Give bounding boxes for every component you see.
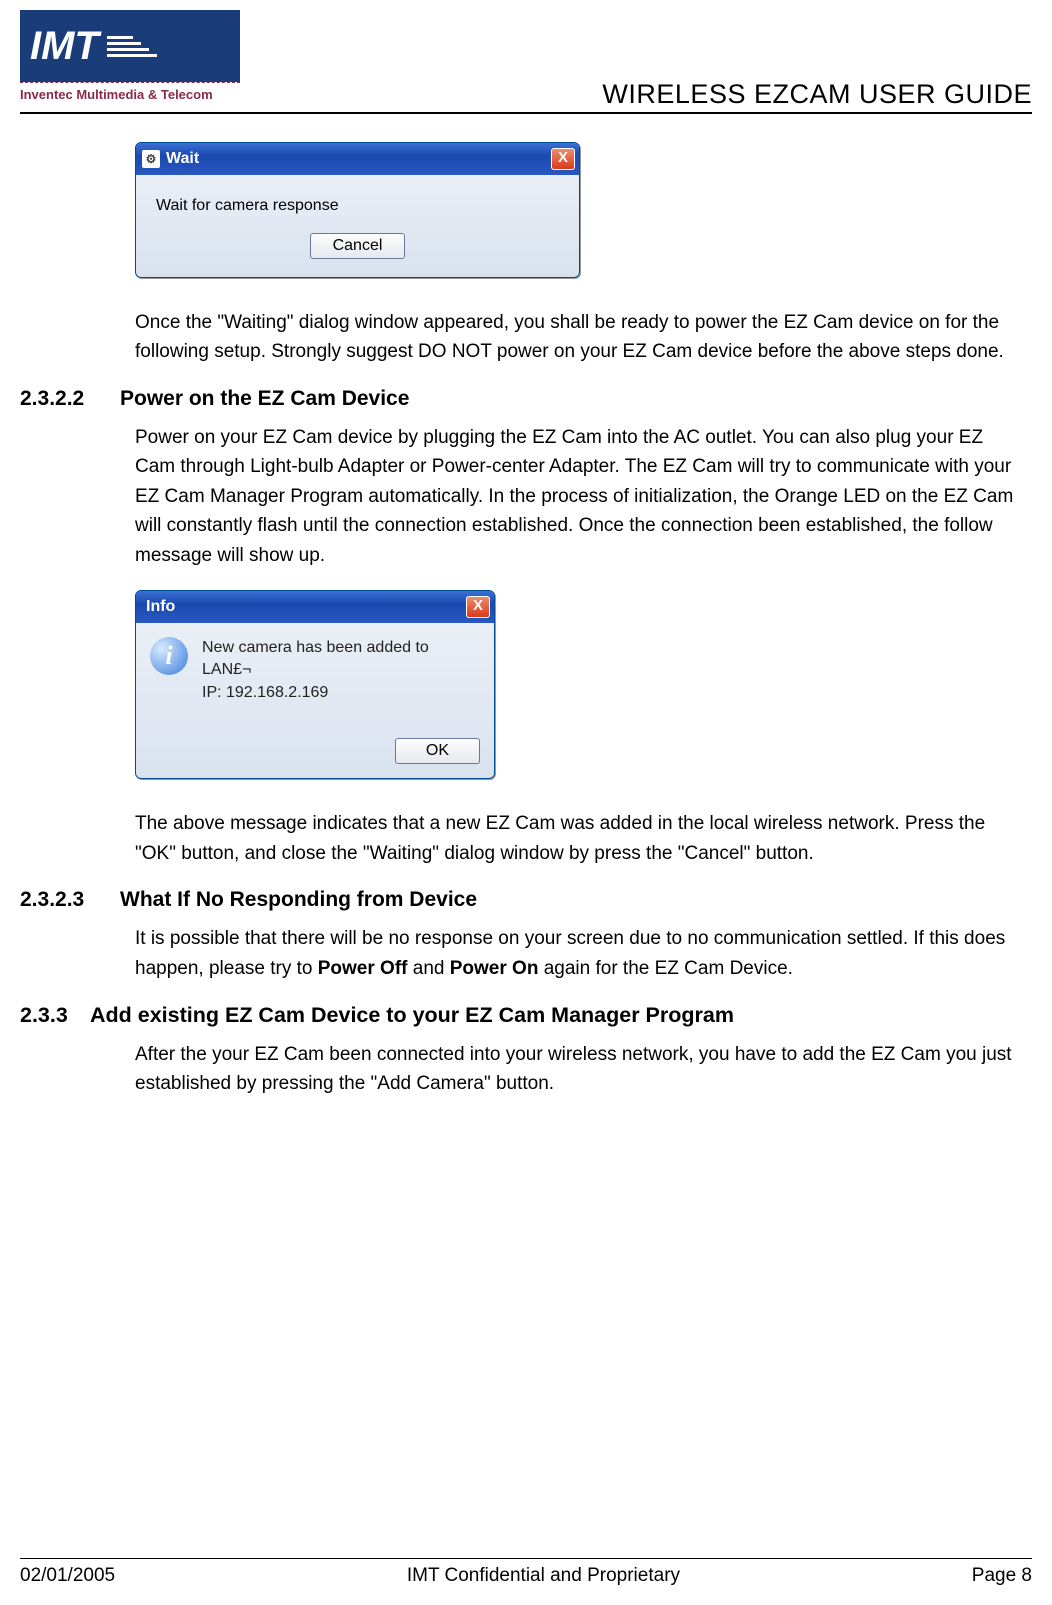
wait-dialog-title: Wait bbox=[166, 150, 551, 168]
section-number: 2.3.3 bbox=[20, 1003, 90, 1028]
bold-text: Power Off bbox=[318, 958, 408, 979]
page-header: IMT Inventec Multimedia & Telecom WIRELE… bbox=[20, 10, 1032, 114]
section-number: 2.3.2.3 bbox=[20, 888, 120, 912]
info-dialog-title: Info bbox=[142, 598, 466, 616]
text: again for the EZ Cam Device. bbox=[538, 958, 793, 979]
logo-stripes-icon bbox=[107, 36, 157, 57]
close-icon[interactable]: X bbox=[551, 148, 575, 170]
info-followup-paragraph: The above message indicates that a new E… bbox=[135, 809, 1027, 868]
close-icon[interactable]: X bbox=[466, 596, 490, 618]
info-dialog: Info X i New camera has been added to LA… bbox=[135, 590, 495, 779]
wait-followup-paragraph: Once the "Waiting" dialog window appeare… bbox=[135, 308, 1027, 367]
bold-text: Power On bbox=[450, 958, 539, 979]
logo-subtitle: Inventec Multimedia & Telecom bbox=[20, 82, 240, 102]
section-noresp-heading: 2.3.2.3What If No Responding from Device bbox=[20, 888, 1027, 912]
footer-page: Page 8 bbox=[972, 1565, 1032, 1587]
section-power-heading: 2.3.2.2Power on the EZ Cam Device bbox=[20, 387, 1027, 411]
section-add-heading: 2.3.3Add existing EZ Cam Device to your … bbox=[20, 1003, 1027, 1028]
document-title: WIRELESS EZCAM USER GUIDE bbox=[602, 79, 1032, 110]
cancel-button[interactable]: Cancel bbox=[310, 233, 406, 259]
wait-dialog-titlebar[interactable]: ⚙ Wait X bbox=[136, 143, 579, 175]
page-footer: 02/01/2005 IMT Confidential and Propriet… bbox=[20, 1558, 1032, 1587]
info-icon: i bbox=[150, 637, 188, 675]
ok-button[interactable]: OK bbox=[395, 738, 480, 764]
info-dialog-message: New camera has been added to LAN£¬ IP: 1… bbox=[202, 637, 480, 704]
info-line-2: IP: 192.168.2.169 bbox=[202, 684, 328, 701]
section-title: What If No Responding from Device bbox=[120, 888, 477, 911]
info-line-1: New camera has been added to LAN£¬ bbox=[202, 639, 429, 678]
section-title: Power on the EZ Cam Device bbox=[120, 387, 409, 410]
section-number: 2.3.2.2 bbox=[20, 387, 120, 411]
text: and bbox=[407, 958, 449, 979]
gear-icon: ⚙ bbox=[142, 150, 160, 168]
logo: IMT Inventec Multimedia & Telecom bbox=[20, 10, 240, 110]
power-paragraph: Power on your EZ Cam device by plugging … bbox=[135, 423, 1027, 570]
footer-date: 02/01/2005 bbox=[20, 1565, 115, 1587]
add-paragraph: After the your EZ Cam been connected int… bbox=[135, 1040, 1027, 1099]
info-dialog-titlebar[interactable]: Info X bbox=[136, 591, 494, 623]
wait-dialog-message: Wait for camera response bbox=[150, 197, 565, 215]
logo-text: IMT bbox=[30, 24, 99, 69]
footer-center: IMT Confidential and Proprietary bbox=[407, 1565, 680, 1587]
noresp-paragraph: It is possible that there will be no res… bbox=[135, 924, 1027, 983]
section-title: Add existing EZ Cam Device to your EZ Ca… bbox=[90, 1003, 734, 1027]
wait-dialog: ⚙ Wait X Wait for camera response Cancel bbox=[135, 142, 580, 278]
